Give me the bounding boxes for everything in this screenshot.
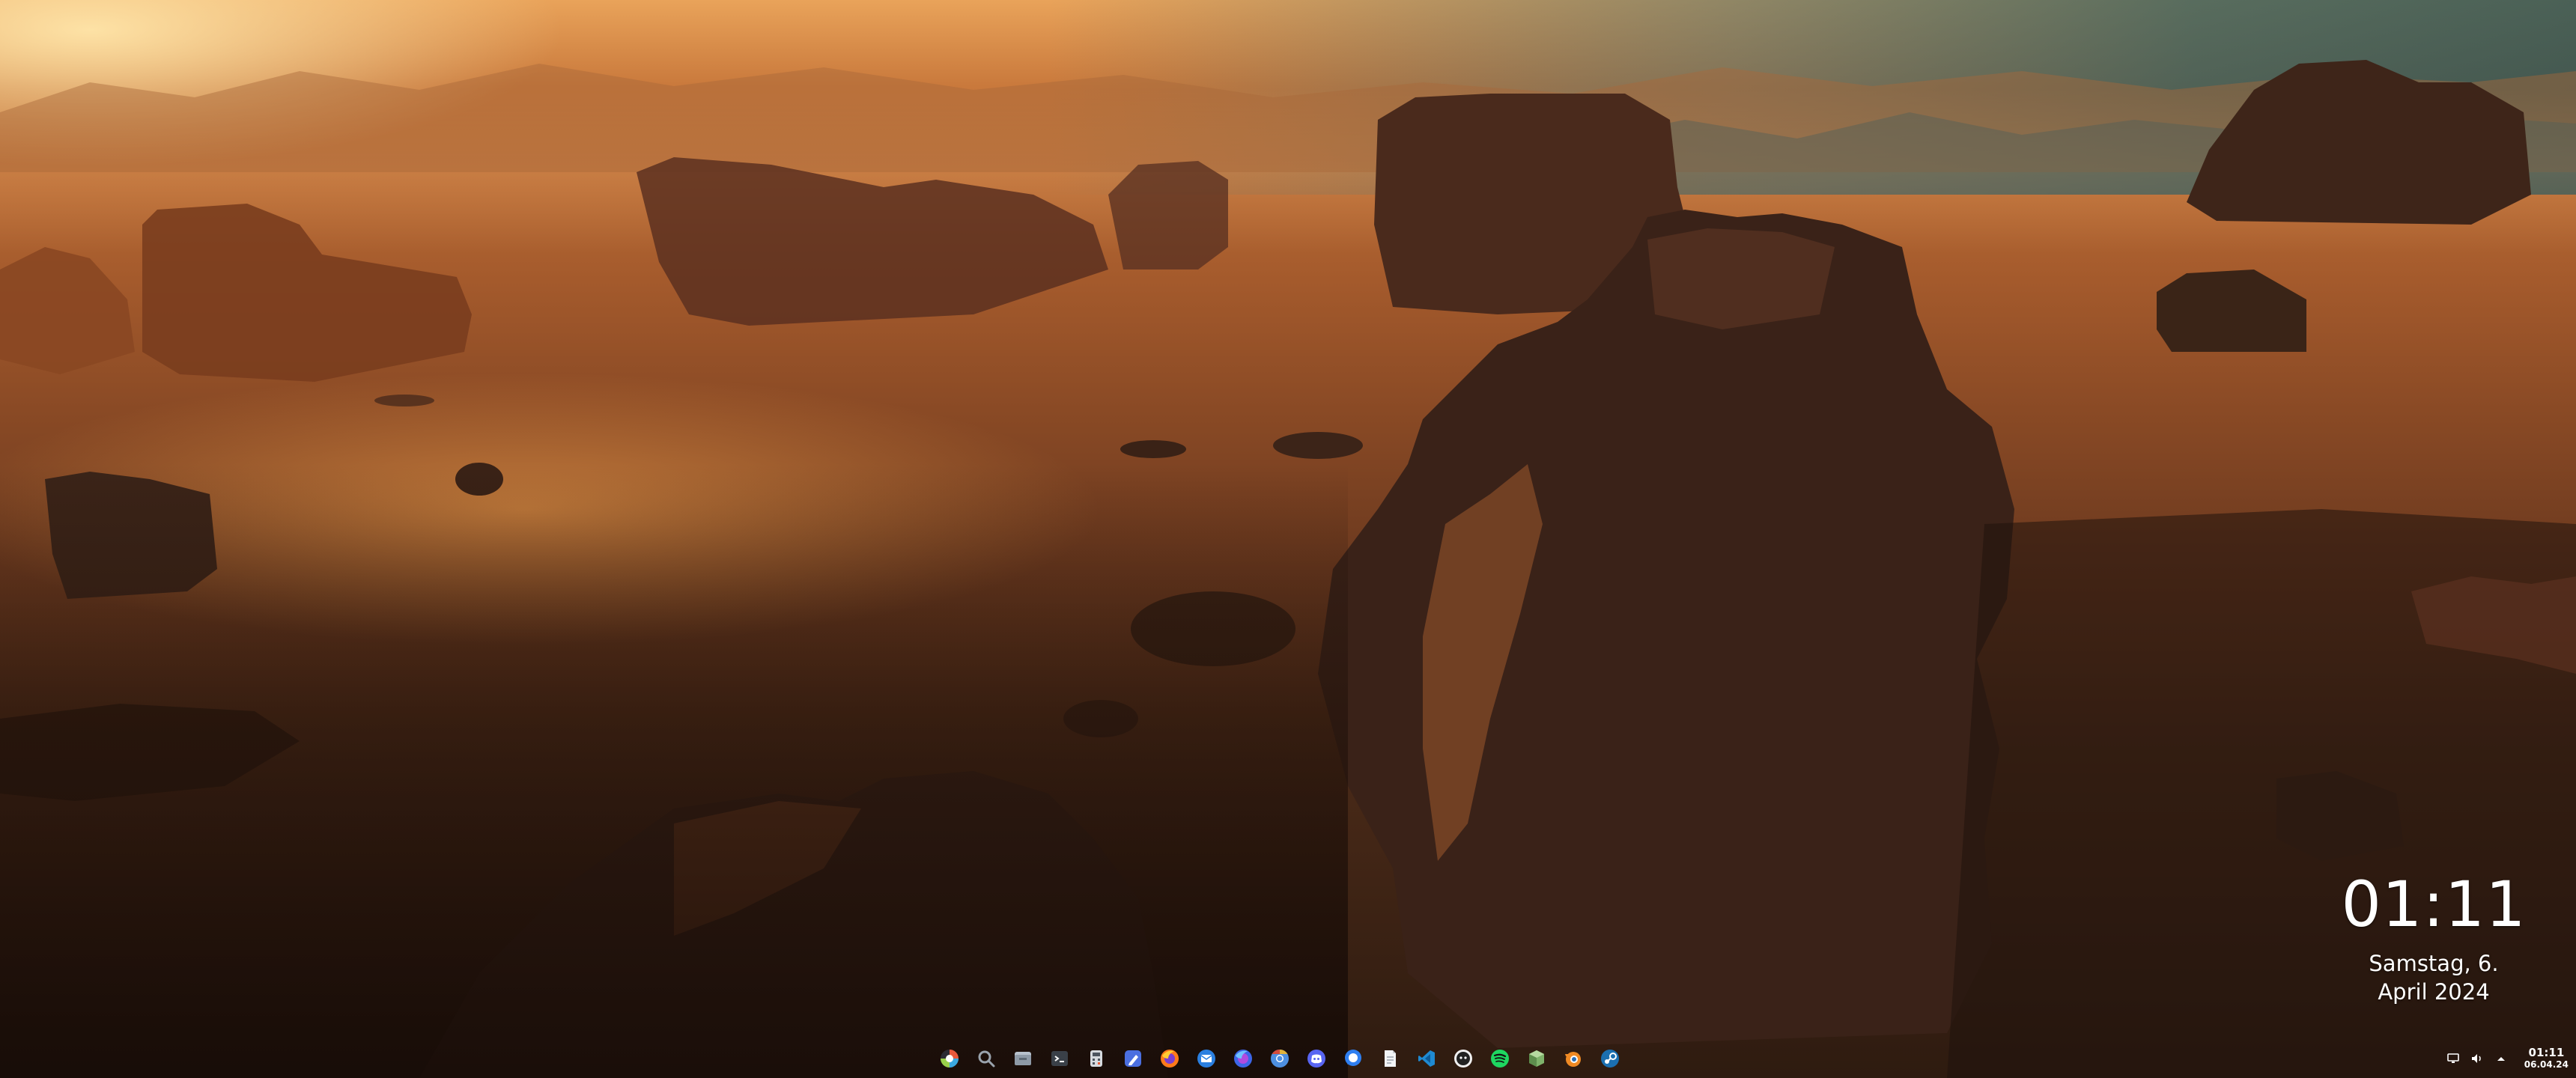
- calculator-button[interactable]: [1083, 1045, 1110, 1072]
- firefox-developer-icon: [1234, 1050, 1252, 1068]
- blender-button[interactable]: [1560, 1045, 1587, 1072]
- chromium-icon: [1271, 1050, 1289, 1068]
- taskbar: 01:11 06.04.24: [0, 1039, 2576, 1078]
- chromium-button[interactable]: [1266, 1045, 1293, 1072]
- chat-icon: [1345, 1050, 1361, 1066]
- desktop: 01:11 Samstag, 6. April 2024 01:11 06.04…: [0, 0, 2576, 1078]
- firefox-button[interactable]: [1156, 1045, 1183, 1072]
- chevron-up-icon[interactable]: [2494, 1052, 2508, 1065]
- github-icon: [1454, 1050, 1472, 1068]
- vscode-icon: [1418, 1050, 1435, 1067]
- discord-icon: [1307, 1050, 1325, 1068]
- vscode-button[interactable]: [1413, 1045, 1440, 1072]
- terminal-button[interactable]: [1046, 1045, 1073, 1072]
- clock-time: 01:11: [2341, 868, 2527, 941]
- taskbar-app-list: [936, 1045, 1623, 1072]
- mail-icon: [1197, 1050, 1215, 1068]
- package-button[interactable]: [1523, 1045, 1550, 1072]
- search-icon: [978, 1050, 995, 1068]
- mail-button[interactable]: [1193, 1045, 1220, 1072]
- screen-icon[interactable]: [2446, 1052, 2460, 1065]
- file-manager-icon: [1015, 1052, 1031, 1065]
- foreground-shadow: [0, 464, 1348, 1078]
- app-launcher-icon: [941, 1050, 959, 1068]
- github-button[interactable]: [1450, 1045, 1477, 1072]
- clock-date-line2: April 2024: [2378, 979, 2490, 1005]
- desktop-clock-widget: 01:11 Samstag, 6. April 2024: [2321, 868, 2546, 1006]
- firefox-icon: [1161, 1050, 1179, 1068]
- system-tray: 01:11 06.04.24: [2446, 1044, 2569, 1074]
- discord-button[interactable]: [1303, 1045, 1330, 1072]
- steam-icon: [1601, 1050, 1619, 1068]
- firefox-developer-button[interactable]: [1230, 1045, 1257, 1072]
- text-editor-button[interactable]: [1120, 1045, 1146, 1072]
- blender-icon: [1565, 1052, 1581, 1067]
- calculator-icon: [1090, 1050, 1102, 1067]
- spotify-button[interactable]: [1486, 1045, 1513, 1072]
- volume-icon[interactable]: [2470, 1052, 2484, 1065]
- spotify-icon: [1491, 1050, 1509, 1068]
- document-button[interactable]: [1376, 1045, 1403, 1072]
- steam-button[interactable]: [1597, 1045, 1623, 1072]
- app-launcher-button[interactable]: [936, 1045, 963, 1072]
- document-icon: [1385, 1050, 1396, 1067]
- terminal-icon: [1051, 1051, 1068, 1066]
- chat-button[interactable]: [1340, 1045, 1367, 1072]
- file-manager-button[interactable]: [1009, 1045, 1036, 1072]
- package-icon: [1529, 1050, 1544, 1067]
- tray-time: 01:11: [2528, 1046, 2565, 1059]
- search-button[interactable]: [973, 1045, 1000, 1072]
- clock-date-line1: Samstag, 6.: [2369, 951, 2499, 976]
- text-editor-icon: [1125, 1050, 1141, 1067]
- tray-date: 06.04.24: [2524, 1059, 2569, 1070]
- clock-date: Samstag, 6. April 2024: [2321, 949, 2546, 1006]
- tray-clock[interactable]: 01:11 06.04.24: [2524, 1047, 2569, 1071]
